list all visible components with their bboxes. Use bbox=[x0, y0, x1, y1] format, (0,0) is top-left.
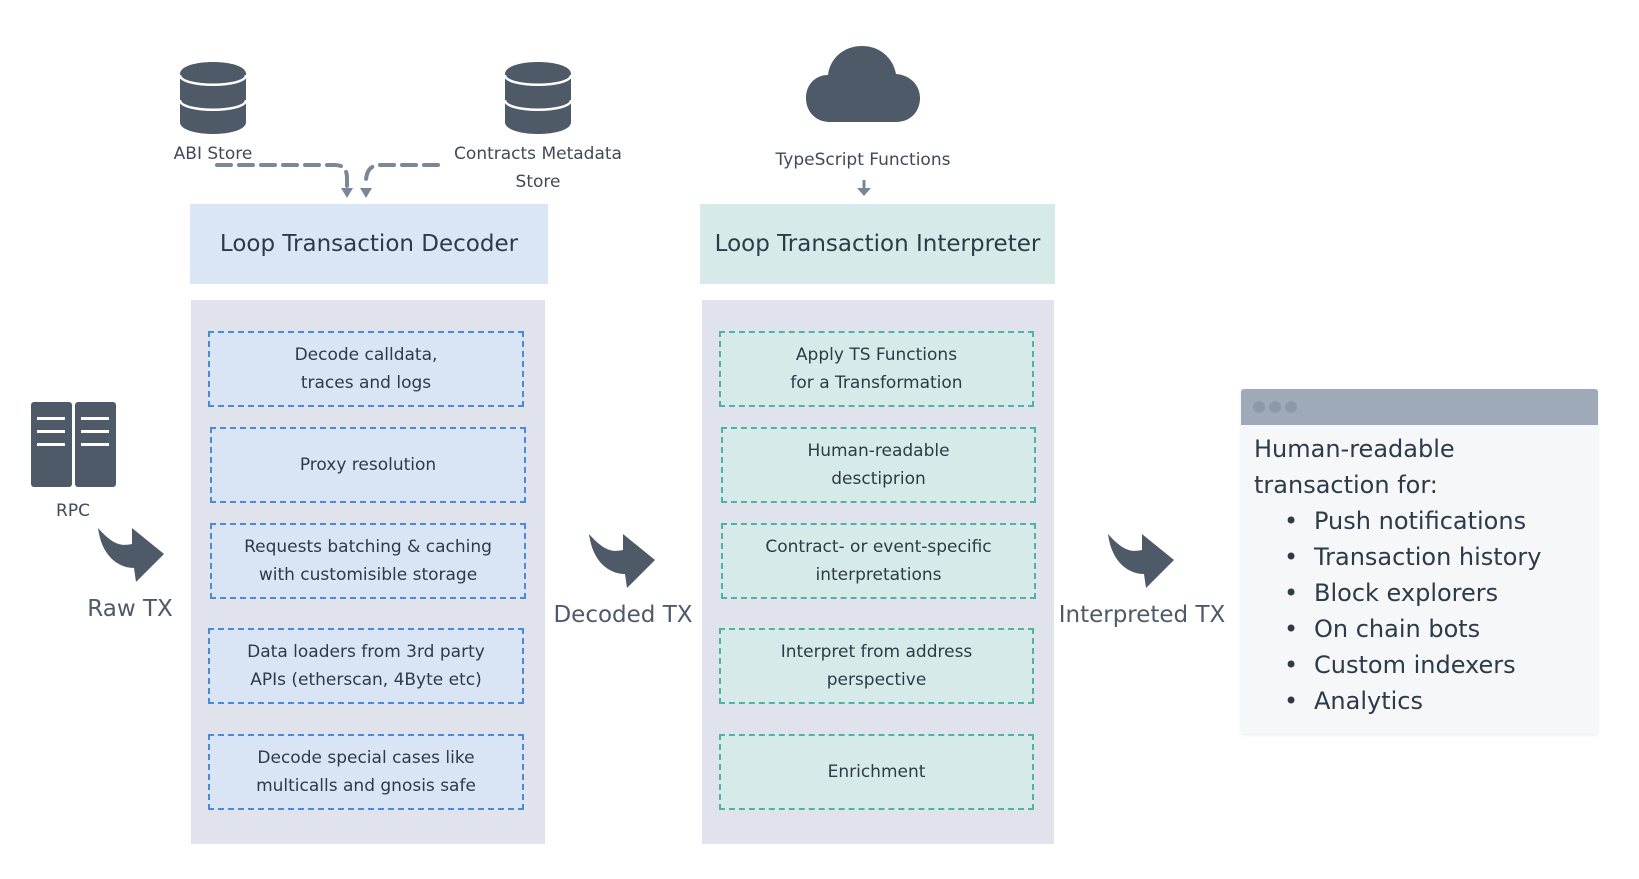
decoder-step: Data loaders from 3rd party APIs (ethers… bbox=[208, 628, 524, 704]
output-list-item: Custom indexers bbox=[1284, 647, 1592, 683]
interpreter-step: Enrichment bbox=[719, 734, 1034, 810]
interpreter-step: Contract- or event-specific interpretati… bbox=[721, 523, 1036, 599]
database-icon bbox=[505, 62, 571, 134]
curved-arrow-icon bbox=[589, 534, 655, 588]
store-connectors bbox=[215, 163, 440, 198]
arrow-down-icon bbox=[341, 188, 353, 198]
output-list-item: Analytics bbox=[1284, 683, 1592, 719]
output-list-item: Push notifications bbox=[1284, 503, 1592, 539]
cloud-icon bbox=[806, 46, 920, 122]
window-dot-icon bbox=[1253, 401, 1265, 413]
interpreter-title: Loop Transaction Interpreter bbox=[700, 204, 1055, 284]
output-list-item: Transaction history bbox=[1284, 539, 1592, 575]
curved-arrow-icon bbox=[98, 528, 164, 582]
server-icon bbox=[31, 402, 116, 487]
window-dot-icon bbox=[1269, 401, 1281, 413]
database-icon bbox=[180, 62, 246, 134]
rpc-label: RPC bbox=[56, 501, 90, 521]
curved-arrow-icon bbox=[1108, 534, 1174, 588]
output-window: Human-readable transaction for: Push not… bbox=[1241, 389, 1598, 734]
arrow-down-icon bbox=[857, 180, 871, 196]
decoder-step: Proxy resolution bbox=[210, 427, 526, 503]
decoder-step: Decode calldata, traces and logs bbox=[208, 331, 524, 407]
typescript-functions-label: TypeScript Functions bbox=[775, 150, 951, 170]
arrow-down-icon bbox=[360, 188, 372, 198]
output-intro: Human-readable transaction for: bbox=[1254, 435, 1455, 499]
interpreter-step: Apply TS Functions for a Transformation bbox=[719, 331, 1034, 407]
interpreter-step: Human-readable desctiprion bbox=[721, 427, 1036, 503]
output-list: Push notifications Transaction history B… bbox=[1254, 503, 1592, 719]
output-body: Human-readable transaction for: Push not… bbox=[1254, 431, 1592, 719]
decoder-step: Requests batching & caching with customi… bbox=[210, 523, 526, 599]
output-list-item: On chain bots bbox=[1284, 611, 1592, 647]
decoded-tx-label: Decoded TX bbox=[553, 602, 693, 628]
interpreter-step: Interpret from address perspective bbox=[719, 628, 1034, 704]
output-list-item: Block explorers bbox=[1284, 575, 1592, 611]
decoder-step: Decode special cases like multicalls and… bbox=[208, 734, 524, 810]
interpreted-tx-label: Interpreted TX bbox=[1058, 602, 1226, 628]
contracts-metadata-store-label: Contracts Metadata Store bbox=[454, 144, 622, 192]
decoder-title: Loop Transaction Decoder bbox=[190, 204, 548, 284]
window-title-bar bbox=[1241, 389, 1598, 425]
raw-tx-label: Raw TX bbox=[87, 596, 173, 622]
window-dot-icon bbox=[1285, 401, 1297, 413]
